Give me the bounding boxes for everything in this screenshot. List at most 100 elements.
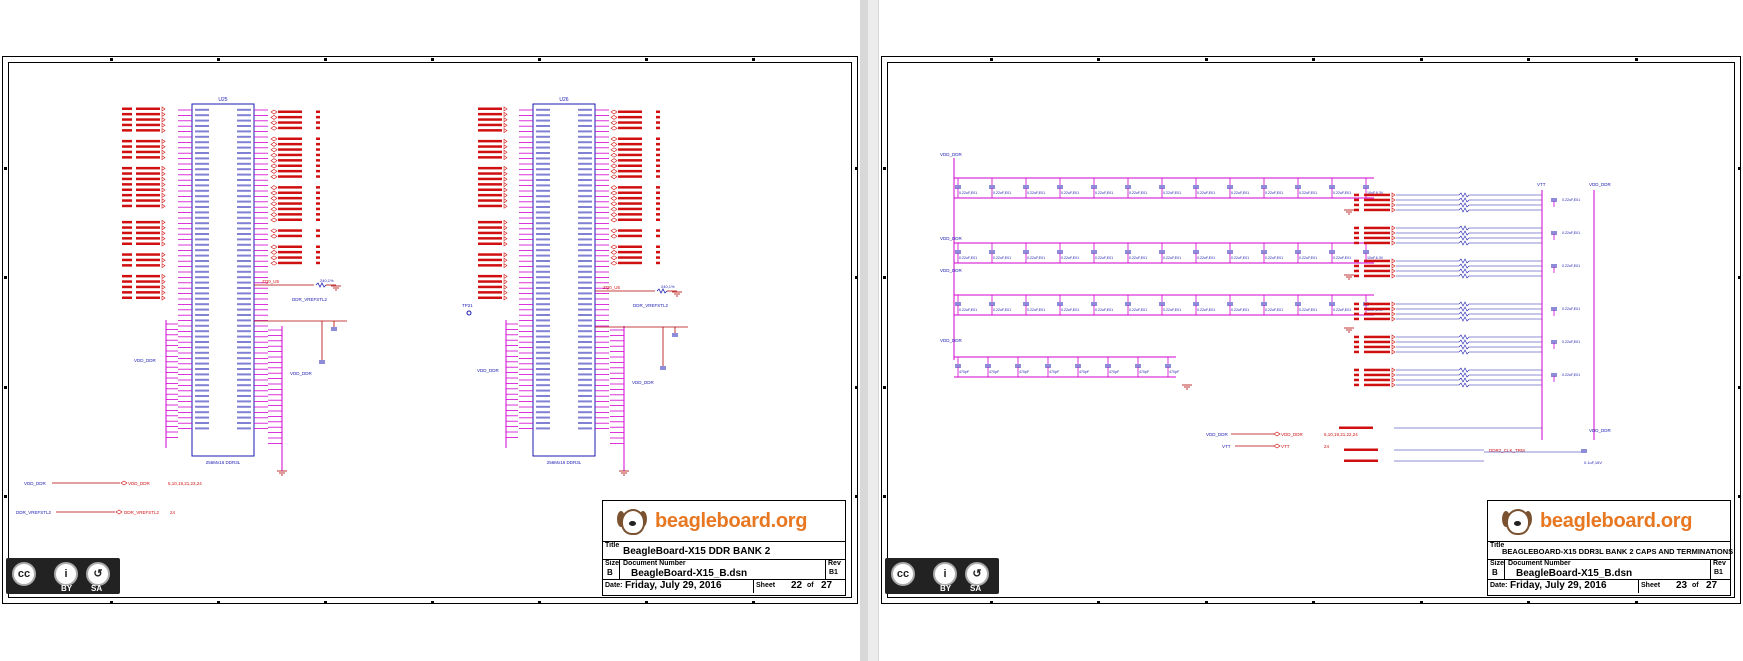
pin-name	[237, 297, 251, 300]
resistor-icon	[1458, 225, 1470, 231]
net-page-ref	[1354, 317, 1359, 321]
net-arrow-icon	[503, 192, 508, 198]
net-page-ref	[1354, 340, 1359, 344]
net-page-ref	[656, 229, 660, 232]
pin-name	[578, 330, 592, 333]
pin-name	[578, 157, 592, 160]
net-name	[136, 145, 160, 148]
cap-value: 0.22uF,E01	[1027, 308, 1045, 312]
net-name	[1364, 236, 1390, 240]
net-arrow-icon	[161, 138, 166, 144]
test-point-icon	[466, 310, 472, 316]
net-page-ref	[1354, 231, 1359, 235]
pin-name	[536, 297, 550, 300]
net-arrow-icon	[1391, 235, 1396, 241]
cap-value: 470pF	[959, 370, 970, 374]
cap-value: 0.22uF,E01	[959, 256, 977, 260]
cap-value: 0.22uF,E01	[1333, 191, 1351, 195]
net-arrow-icon	[610, 228, 618, 234]
net-name	[136, 193, 160, 197]
net-name	[136, 166, 160, 170]
pin-name	[195, 368, 209, 370]
vtt-alias-net: VTT	[1281, 444, 1290, 449]
net-arrow-icon	[610, 233, 618, 239]
net-name	[478, 172, 502, 175]
cap-value: 0.22uF,E01	[1562, 198, 1580, 202]
net-page-ref	[122, 183, 132, 186]
resistor-icon	[1458, 367, 1470, 373]
pin-name	[578, 303, 592, 306]
net-name	[478, 145, 502, 148]
net-name	[278, 115, 302, 119]
net-page-ref	[1354, 198, 1359, 202]
pin-name	[195, 330, 209, 333]
sa-icon: ↺	[965, 562, 989, 586]
net-arrow-icon	[1391, 202, 1396, 208]
cap-value: 0.22uF,E01	[1061, 256, 1079, 260]
pin-name	[578, 308, 592, 311]
resistor-icon	[1458, 235, 1470, 241]
resistor-icon	[1458, 268, 1470, 274]
net-arrow-icon	[270, 260, 278, 266]
vdd-label: VDD_DDR	[477, 368, 500, 373]
pin-name	[237, 238, 251, 241]
net-arrow-icon	[503, 165, 508, 171]
net-name	[1339, 426, 1373, 429]
net-arrow-icon	[270, 147, 278, 153]
net-name	[478, 188, 502, 191]
vref-label: DDR_VREFSTL2	[633, 303, 669, 308]
pin-name	[578, 135, 592, 138]
net-name	[136, 188, 160, 191]
sheet-number: 22	[791, 580, 803, 591]
net-arrow-icon	[503, 279, 508, 285]
pin-name	[195, 335, 209, 338]
net-name	[1364, 335, 1390, 339]
net-page-ref	[316, 191, 320, 194]
net-name	[478, 118, 502, 121]
pin-name	[195, 233, 209, 235]
net-name	[278, 229, 302, 232]
net-arrow-icon	[503, 149, 508, 155]
net-page-ref	[122, 258, 132, 262]
by-icon: i	[933, 562, 957, 586]
pin-name	[195, 287, 209, 289]
net-arrow-icon	[161, 128, 166, 134]
pin-name	[578, 211, 592, 214]
net-name	[618, 218, 642, 221]
net-arrow-icon	[270, 136, 278, 142]
net-arrow-icon	[610, 163, 618, 169]
pin-name	[195, 130, 209, 133]
net-name	[278, 126, 302, 130]
net-name	[136, 258, 160, 262]
cap-value: 0.22uF,E01	[1299, 256, 1317, 260]
pin-name	[195, 276, 209, 279]
sheet-number: 23	[1676, 580, 1688, 591]
net-name	[618, 175, 642, 178]
pin-name	[195, 179, 209, 181]
pin-name	[195, 265, 209, 268]
net-page-ref	[1354, 383, 1359, 387]
vref-label: DDR_VREFSTL2	[292, 297, 328, 302]
pin-name	[237, 335, 251, 338]
net-name	[278, 234, 302, 238]
vtt-label: VTT	[1537, 182, 1546, 187]
net-arrow-icon	[610, 201, 618, 207]
pin-name	[195, 243, 209, 246]
vdd-label: VDD_DDR	[632, 380, 655, 385]
date-value: Friday, July 29, 2016	[625, 580, 722, 591]
pin-name	[237, 184, 251, 187]
cap-value: 0.22uF,E01	[1562, 307, 1580, 311]
pin-name	[536, 362, 550, 365]
logo-text: beagleboard.org	[655, 509, 808, 532]
pin-name	[578, 384, 592, 387]
net-page-ref	[122, 253, 132, 256]
net-page-ref	[122, 199, 132, 202]
pin-name	[237, 189, 251, 192]
net-name	[136, 123, 160, 127]
cap-value: 470pF	[1019, 370, 1030, 374]
pin-name	[536, 216, 550, 219]
pin-name	[237, 173, 251, 176]
pin-name	[195, 362, 209, 365]
net-name	[278, 207, 302, 211]
net-page-ref	[656, 261, 660, 265]
